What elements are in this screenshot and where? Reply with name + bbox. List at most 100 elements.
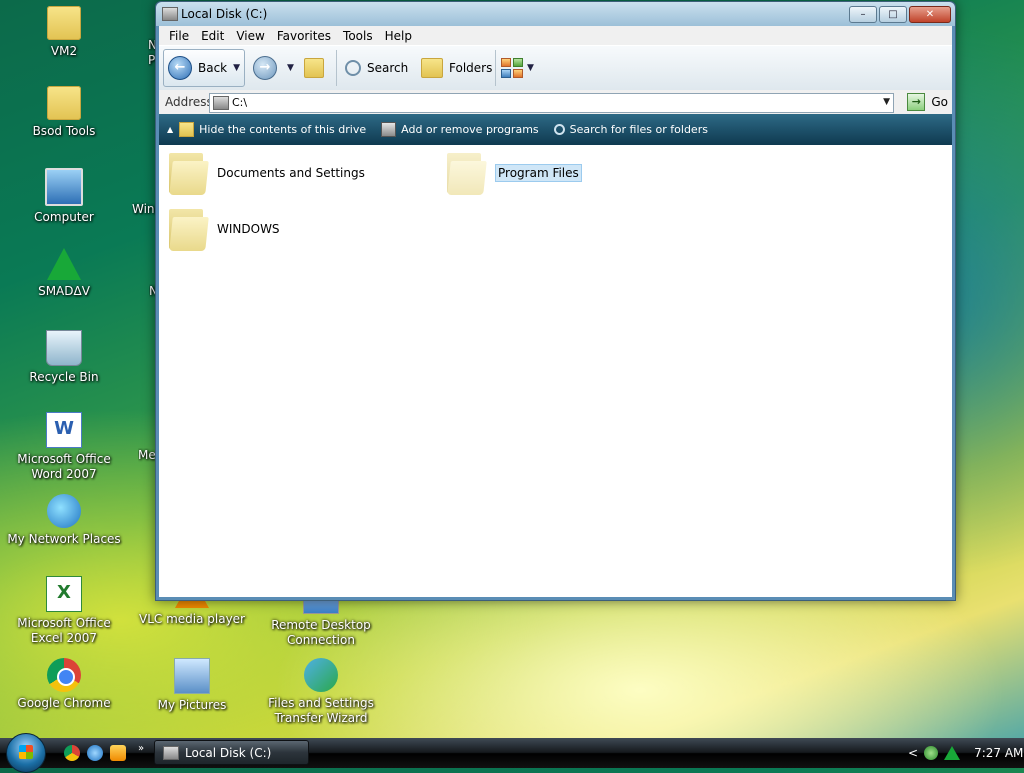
desktop-icon-label: SMADΔV (38, 284, 90, 298)
back-label: Back (198, 61, 228, 75)
word-icon: W (46, 412, 82, 448)
menu-bar: File Edit View Favorites Tools Help (159, 26, 952, 45)
menu-view[interactable]: View (230, 29, 270, 43)
menu-file[interactable]: File (163, 29, 195, 43)
start-button[interactable] (6, 733, 46, 773)
task-link-label: Search for files or folders (569, 123, 708, 136)
taskbar: » Local Disk (C:) < 7:27 AM (0, 733, 1024, 773)
chrome-icon (47, 658, 81, 692)
task-links-bar: ▲ Hide the contents of this drive Add or… (159, 114, 952, 145)
desktop-icon-label: Google Chrome (17, 696, 111, 710)
desktop-icon-label: Computer (34, 210, 94, 224)
menu-help[interactable]: Help (379, 29, 418, 43)
close-button[interactable]: ✕ (909, 6, 951, 23)
chrome-icon[interactable] (64, 745, 80, 761)
views-button[interactable]: ▼ (501, 46, 534, 90)
desktop-icon-partial[interactable]: Wind (132, 202, 156, 217)
excel-icon: X (46, 576, 82, 612)
go-button[interactable]: → Go (907, 93, 948, 111)
clock[interactable]: 7:27 AM (974, 746, 1023, 760)
folder-icon (179, 122, 195, 137)
taskbar-button-local-disk[interactable]: Local Disk (C:) (154, 740, 309, 765)
folder-icon (167, 151, 209, 195)
address-dropdown-icon[interactable]: ▼ (883, 97, 890, 107)
smadav-icon (47, 248, 81, 280)
task-link-add-remove-programs[interactable]: Add or remove programs (381, 122, 539, 137)
recycle-bin-icon (46, 330, 82, 366)
pictures-icon (174, 658, 210, 694)
smadav-tray-icon[interactable] (944, 746, 961, 760)
address-input[interactable]: C:\ ▼ (209, 93, 894, 113)
quick-launch-overflow[interactable]: » (138, 743, 144, 754)
taskbar-button-label: Local Disk (C:) (185, 745, 272, 760)
desktop-icon-excel[interactable]: X Microsoft Office Excel 2007 (2, 576, 126, 646)
toolbar-separator (495, 50, 496, 86)
media-player-icon[interactable] (110, 745, 126, 761)
desktop-icon-vm2[interactable]: VM2 (2, 6, 126, 59)
network-tray-icon[interactable] (924, 746, 939, 760)
desktop-icon-label: Files and Settings Transfer Wizard (268, 696, 374, 725)
minimize-button[interactable]: – (849, 6, 877, 23)
back-arrow-icon: ← (168, 56, 192, 80)
desktop-icon-transfer-wizard[interactable]: Files and Settings Transfer Wizard (259, 658, 383, 726)
desktop-icon-chrome[interactable]: Google Chrome (2, 658, 126, 711)
collapse-arrow-icon[interactable]: ▲ (167, 125, 173, 134)
desktop-icon-computer[interactable]: Computer (2, 168, 126, 225)
folder-item-label: Documents and Settings (217, 166, 365, 180)
folders-icon (421, 58, 443, 78)
views-icon (501, 58, 523, 78)
desktop-icon-label: Bsod Tools (32, 124, 96, 138)
forward-group: → ▼ (253, 46, 324, 90)
task-link-label: Hide the contents of this drive (199, 123, 367, 136)
back-dropdown-icon[interactable]: ▼ (233, 63, 240, 73)
tray-expand-arrow[interactable]: < (908, 746, 918, 760)
file-list: Documents and Settings Program Files WIN… (159, 145, 952, 597)
search-button[interactable]: Search (345, 46, 408, 90)
quick-launch (64, 745, 126, 761)
window-controls: – □ ✕ (849, 6, 951, 23)
forward-button[interactable]: → (253, 56, 277, 80)
views-dropdown-icon: ▼ (527, 63, 534, 73)
go-arrow-icon: → (907, 93, 926, 111)
desktop-icon-smadav[interactable]: SMADΔV (2, 248, 126, 299)
toolbar: ← Back ▼ → ▼ Search Folders ▼ (159, 45, 952, 91)
desktop-icon-recycle-bin[interactable]: Recycle Bin (2, 330, 126, 385)
desktop-icon-partial[interactable]: Me (138, 448, 156, 463)
up-folder-button[interactable] (303, 58, 324, 78)
desktop-icon-word[interactable]: W Microsoft Office Word 2007 (2, 412, 126, 482)
maximize-button[interactable]: □ (879, 6, 907, 23)
folder-item-documents-and-settings[interactable]: Documents and Settings (167, 151, 365, 195)
back-button[interactable]: ← Back ▼ (163, 49, 246, 87)
folders-label: Folders (449, 61, 493, 75)
folder-item-windows[interactable]: WINDOWS (167, 207, 280, 251)
title-bar[interactable]: Local Disk (C:) – □ ✕ (156, 2, 955, 26)
task-link-label: Add or remove programs (401, 123, 539, 136)
folder-item-program-files[interactable]: Program Files (445, 151, 582, 195)
desktop-icon-bsod-tools[interactable]: Bsod Tools (2, 86, 126, 139)
menu-tools[interactable]: Tools (337, 29, 379, 43)
network-icon (47, 494, 81, 528)
system-tray: < 7:27 AM (900, 738, 1024, 768)
menu-edit[interactable]: Edit (195, 29, 230, 43)
programs-icon (381, 122, 397, 137)
menu-favorites[interactable]: Favorites (271, 29, 337, 43)
computer-icon (45, 168, 83, 206)
internet-explorer-icon[interactable] (87, 745, 103, 761)
transfer-wizard-icon (304, 658, 338, 692)
task-link-hide-contents[interactable]: Hide the contents of this drive (179, 122, 366, 137)
search-icon (345, 60, 361, 76)
desktop-icon-my-pictures[interactable]: My Pictures (130, 658, 254, 713)
forward-dropdown-icon[interactable]: ▼ (287, 63, 294, 73)
search-label: Search (367, 61, 409, 75)
desktop-icon-network-places[interactable]: My Network Places (2, 494, 126, 547)
folder-icon (445, 151, 487, 195)
desktop-icon-partial-label: Wind (132, 202, 156, 216)
window-title: Local Disk (C:) (181, 7, 268, 21)
drive-icon (213, 96, 229, 110)
folders-button[interactable]: Folders (421, 46, 492, 90)
folder-icon (47, 6, 81, 40)
go-label: Go (931, 95, 948, 109)
task-link-search-files[interactable]: Search for files or folders (553, 123, 708, 136)
desktop-icon-label: VM2 (50, 44, 78, 58)
folder-item-label: WINDOWS (217, 222, 280, 236)
